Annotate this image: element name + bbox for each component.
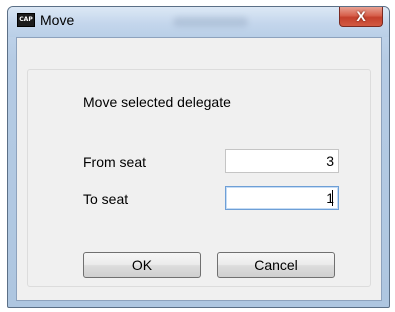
ok-button[interactable]: OK	[83, 252, 201, 278]
from-seat-label: From seat	[83, 154, 147, 170]
dialog-client-area: Move selected delegate From seat To seat…	[16, 37, 382, 301]
move-dialog-window: CAP Move X Move selected delegate From s…	[7, 6, 390, 308]
heading-label: Move selected delegate	[83, 94, 231, 110]
to-seat-label: To seat	[83, 191, 129, 207]
close-icon: X	[356, 8, 366, 24]
text-caret	[332, 190, 333, 206]
cancel-button[interactable]: Cancel	[217, 252, 335, 278]
from-seat-input[interactable]	[225, 149, 339, 173]
app-logo-icon: CAP	[17, 13, 35, 27]
blurred-title-region	[173, 17, 248, 27]
window-title: Move	[40, 12, 75, 28]
to-seat-input[interactable]	[225, 186, 339, 210]
title-bar[interactable]: CAP Move X	[8, 7, 389, 37]
close-button[interactable]: X	[339, 7, 383, 27]
form-panel: Move selected delegate From seat To seat…	[27, 69, 371, 287]
